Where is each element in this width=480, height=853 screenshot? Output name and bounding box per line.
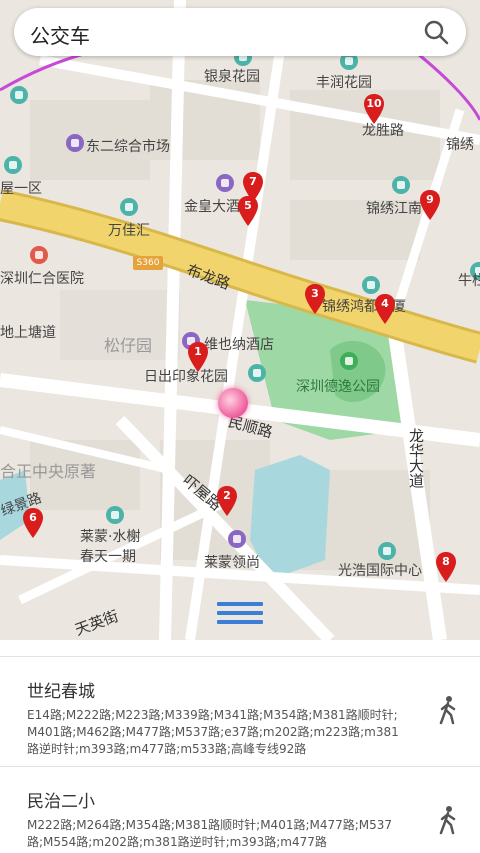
map-label: 丰润花园 (316, 75, 372, 91)
map-label: 屋一区 (0, 181, 42, 197)
hotel-icon (216, 174, 234, 192)
stop-routes: M222路;M264路;M354路;M381路顺时针;M401路;M477路;M… (27, 818, 393, 849)
marker-number: 1 (194, 345, 202, 358)
marker-number: 3 (311, 287, 319, 300)
list-item[interactable]: 民治二小 M222路;M264路;M354路;M381路顺时针;M401路;M4… (0, 766, 480, 853)
map-view[interactable]: 银泉花园 丰润花园 龙胜路 锦绣 东二综合市场 屋一区 金皇大酒店 锦绣江南 万… (0, 0, 480, 640)
map-label: 合正中央原著 (0, 462, 97, 481)
map-label: 地上塘道 (0, 325, 56, 341)
bus-stop-marker[interactable]: 8 (435, 552, 457, 582)
bus-stop-marker[interactable]: 2 (216, 486, 238, 516)
bus-stop-marker[interactable]: 10 (363, 94, 385, 124)
map-label: 光浩国际中心 (338, 563, 422, 579)
bus-stop-marker[interactable]: 3 (304, 284, 326, 314)
poi-icon (378, 542, 396, 560)
map-label: 莱蒙·水榭 (80, 529, 141, 545)
poi-icon (4, 156, 22, 174)
bus-stop-marker[interactable]: 4 (374, 294, 396, 324)
map-label: 深圳仁合医院 (0, 271, 84, 287)
poi-icon (392, 176, 410, 194)
map-label: 日出印象花园 (144, 369, 228, 385)
map-label: 锦绣 (446, 137, 474, 153)
poi-icon (120, 198, 138, 216)
poi-icon (106, 506, 124, 524)
list-item[interactable]: 世纪春城 E14路;M222路;M223路;M339路;M341路;M354路;… (0, 656, 480, 768)
bus-stop-marker[interactable]: 7 (242, 172, 264, 202)
menu-button[interactable] (217, 602, 263, 630)
bus-stop-marker[interactable]: 1 (187, 342, 209, 372)
map-label: 银泉花园 (204, 69, 260, 85)
stop-name: 民治二小 (27, 792, 95, 812)
map-label: 牛栏 (458, 273, 480, 289)
mall-icon (228, 530, 246, 548)
map-label: 松仔园 (104, 336, 153, 355)
marker-number: 9 (426, 193, 434, 206)
poi-icon (10, 86, 28, 104)
stop-routes: E14路;M222路;M223路;M339路;M341路;M354路;M381路… (27, 708, 399, 756)
park-icon (340, 352, 358, 370)
search-icon[interactable] (422, 18, 450, 46)
map-label: 万佳汇 (108, 223, 150, 239)
marker-number: 8 (442, 555, 450, 568)
route-shield: S360 (133, 256, 163, 270)
hospital-icon (30, 246, 48, 264)
search-title: 公交车 (30, 24, 90, 48)
search-bar[interactable]: 公交车 (14, 8, 466, 56)
mall-icon (66, 134, 84, 152)
map-label: 莱蒙领尚 (204, 555, 260, 571)
marker-number: 10 (366, 97, 382, 110)
walking-person-icon[interactable] (436, 805, 460, 835)
stop-list: 世纪春城 E14路;M222路;M223路;M339路;M341路;M354路;… (0, 640, 480, 853)
marker-number: 2 (223, 489, 231, 502)
map-label: 锦绣江南 (366, 201, 422, 217)
stop-name: 世纪春城 (27, 682, 95, 702)
map-label: 维也纳酒店 (204, 337, 274, 353)
map-label: 深圳德逸公园 (296, 379, 380, 395)
walking-person-icon[interactable] (436, 695, 460, 725)
current-location-dot (218, 388, 248, 418)
marker-number: 4 (381, 297, 389, 310)
bus-stop-marker[interactable]: 9 (419, 190, 441, 220)
road-label: 龙华大道 (407, 428, 425, 488)
marker-number: 7 (249, 175, 257, 188)
marker-number: 6 (29, 511, 37, 524)
menu-bar (217, 620, 263, 624)
poi-icon (362, 276, 380, 294)
map-label: 春天一期 (80, 549, 136, 565)
menu-bar (217, 611, 263, 615)
menu-bar (217, 602, 263, 606)
bus-stop-marker[interactable]: 6 (22, 508, 44, 538)
poi-icon (248, 364, 266, 382)
map-label: 东二综合市场 (86, 139, 170, 155)
